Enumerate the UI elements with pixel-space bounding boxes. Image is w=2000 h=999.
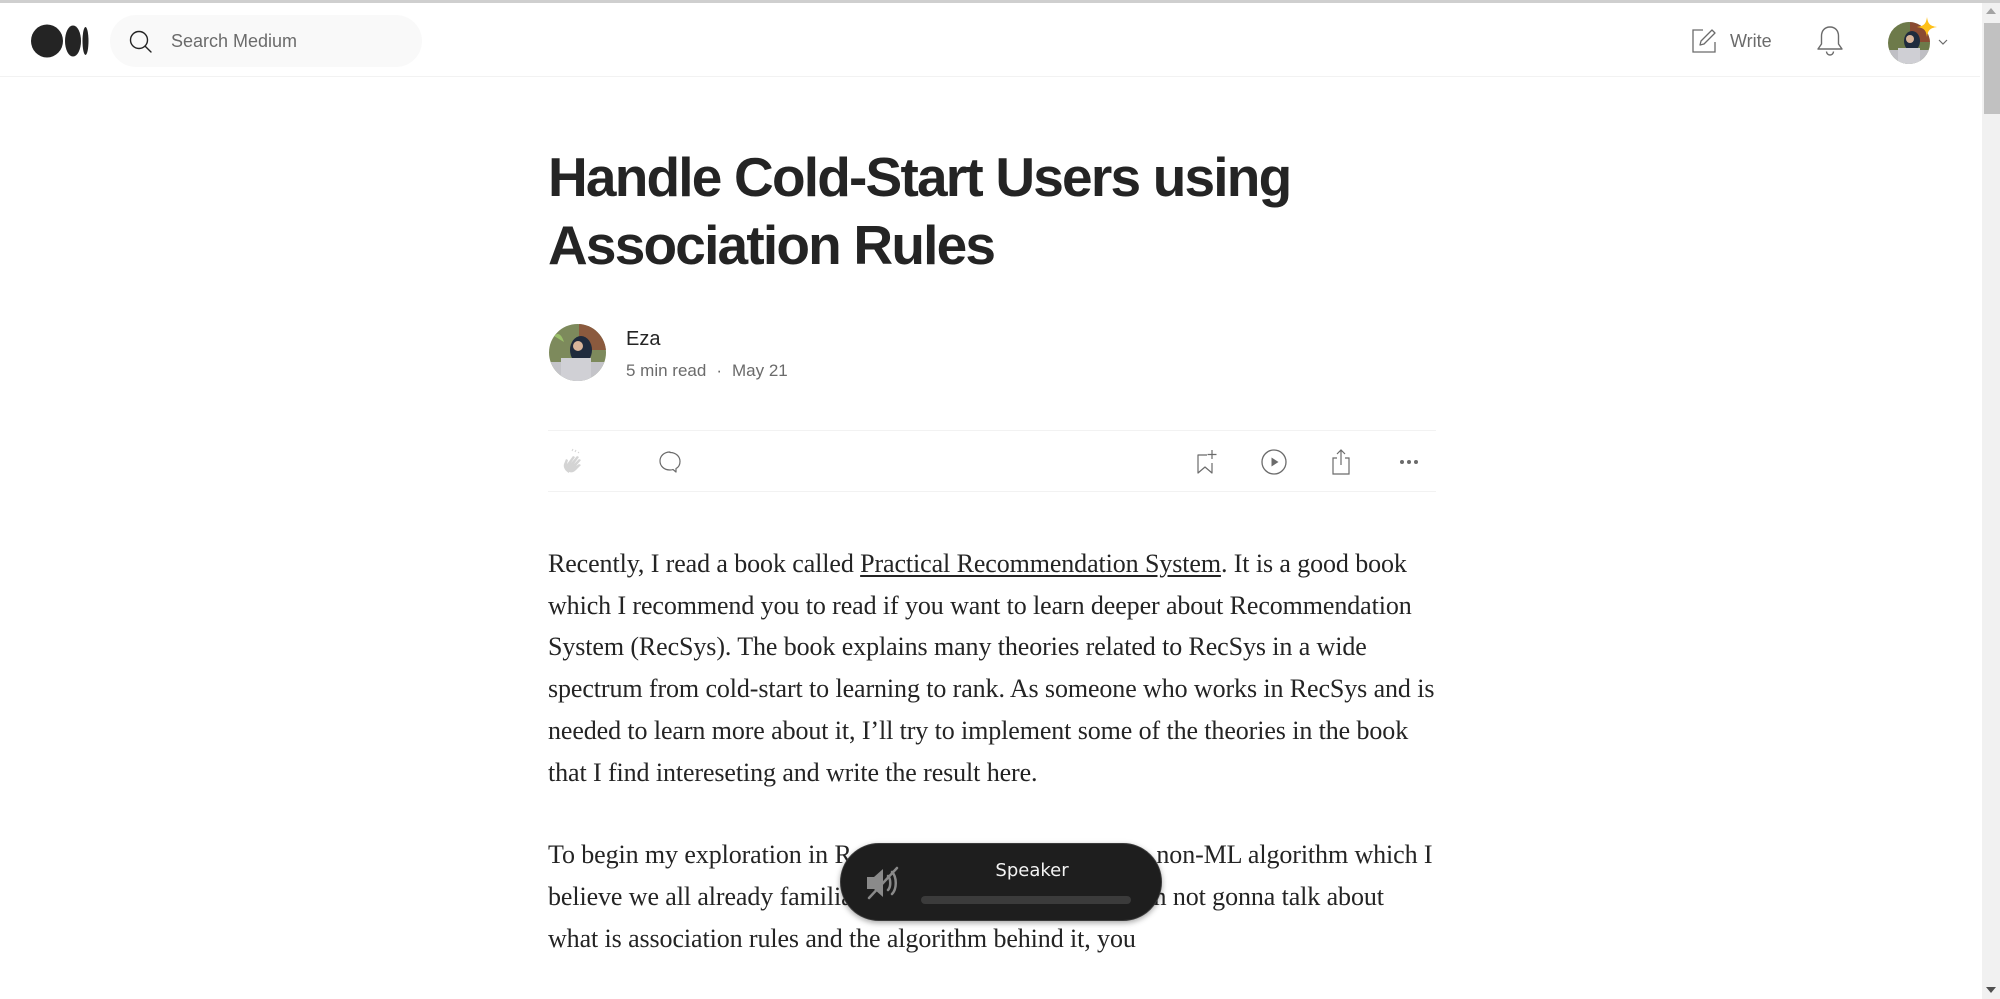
article-meta: 5 min read · May 21 — [626, 361, 788, 381]
author-avatar[interactable] — [549, 324, 606, 381]
scrollbar-thumb[interactable] — [1984, 23, 2000, 114]
chevron-down-icon — [1938, 39, 1948, 45]
osd-label: Speaker — [995, 860, 1069, 881]
paragraph: Recently, I read a book called Practical… — [548, 549, 1435, 787]
speaker-muted-icon — [867, 866, 899, 900]
write-button[interactable]: Write — [1690, 25, 1772, 57]
meta-separator: · — [716, 361, 722, 380]
search-icon — [129, 30, 152, 53]
notifications-bell-icon[interactable] — [1815, 24, 1845, 58]
search-bar[interactable] — [110, 15, 422, 67]
listen-play-icon[interactable] — [1259, 447, 1289, 477]
user-menu-button[interactable] — [1886, 17, 1956, 65]
comment-icon[interactable] — [655, 447, 685, 477]
article-body: Recently, I read a book called Practical… — [548, 543, 1436, 999]
search-input[interactable] — [171, 15, 401, 67]
vertical-scrollbar[interactable] — [1982, 3, 2000, 999]
read-time: 5 min read — [626, 361, 707, 380]
volume-osd-popup: Speaker — [840, 843, 1162, 921]
medium-logo[interactable] — [31, 24, 89, 58]
scroll-up-arrow-icon[interactable] — [1986, 8, 1996, 14]
top-navbar: Write — [0, 3, 1980, 77]
author-name[interactable]: Eza — [626, 328, 660, 351]
scroll-down-arrow-icon[interactable] — [1986, 987, 1996, 993]
bookmark-add-icon[interactable] — [1191, 447, 1221, 477]
book-link[interactable]: Practical Recommendation System — [860, 549, 1221, 578]
share-icon[interactable] — [1326, 447, 1356, 477]
author-info: Eza 5 min read · May 21 — [548, 323, 948, 383]
more-options-icon[interactable] — [1394, 447, 1424, 477]
write-icon — [1692, 29, 1716, 53]
article-title: Handle Cold-Start Users using Associatio… — [548, 146, 1292, 276]
write-label: Write — [1730, 30, 1772, 51]
article-action-bar — [548, 430, 1436, 492]
publish-date: May 21 — [732, 361, 788, 380]
clap-icon[interactable] — [560, 447, 590, 477]
volume-level-bar — [921, 896, 1131, 904]
member-star-icon — [1917, 17, 1937, 37]
